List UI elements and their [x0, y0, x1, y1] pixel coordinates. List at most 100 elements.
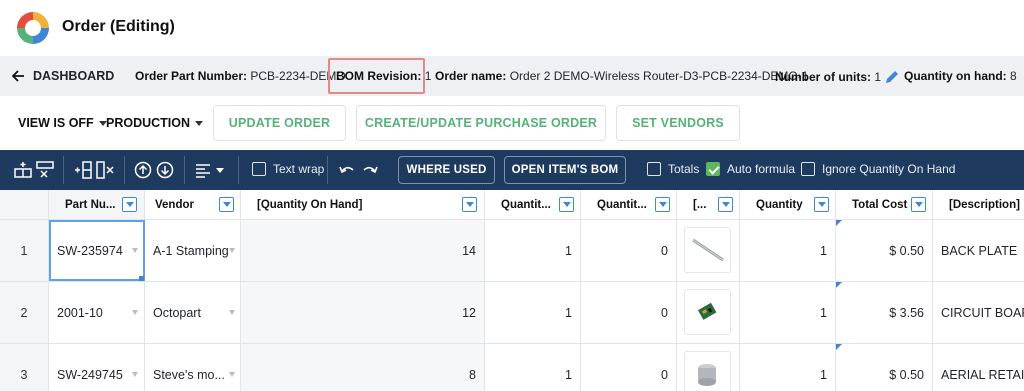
total-cost-cell[interactable]: $ 3.56: [836, 282, 933, 343]
image-cell[interactable]: [677, 282, 740, 343]
edit-pencil-icon[interactable]: [884, 69, 900, 85]
column-header-total-cost[interactable]: Total Cost: [836, 190, 933, 219]
toolbar-divider: [124, 156, 125, 184]
insert-row-icon[interactable]: [14, 161, 32, 179]
delete-column-icon[interactable]: [96, 161, 114, 179]
move-down-icon[interactable]: [156, 161, 174, 179]
row-number: 3: [0, 344, 49, 391]
cell-dropdown-icon[interactable]: [132, 310, 138, 315]
production-dropdown[interactable]: PRODUCTION: [106, 116, 204, 130]
totals-box[interactable]: [647, 162, 661, 176]
cell-dropdown-icon[interactable]: [229, 248, 235, 253]
cell-dropdown-icon[interactable]: [132, 372, 138, 377]
move-up-icon[interactable]: [134, 161, 152, 179]
quantity-b-cell[interactable]: 0: [581, 344, 677, 391]
insert-column-icon[interactable]: [74, 161, 92, 179]
quantity-a-cell[interactable]: 1: [485, 344, 581, 391]
auto-formula-label: Auto formula: [727, 162, 796, 176]
ignore-qoh-label: Ignore Quantity On Hand: [822, 162, 956, 176]
caret-down-icon: [195, 120, 204, 126]
part-thumbnail[interactable]: [684, 351, 731, 391]
where-used-button[interactable]: WHERE USED: [398, 156, 495, 184]
column-header-label: Quantit...: [597, 198, 647, 211]
ignore-qoh-box[interactable]: [801, 162, 815, 176]
text-wrap-box[interactable]: [252, 162, 266, 176]
column-header-vendor[interactable]: Vendor: [145, 190, 241, 219]
total-cost-cell[interactable]: $ 0.50: [836, 220, 933, 281]
column-header-part-number[interactable]: Part Nu...: [49, 190, 145, 219]
table-row[interactable]: 1 SW-235974 A-1 Stamping 14 1 0 1 $ 0.50…: [0, 220, 1024, 282]
set-vendors-button[interactable]: SET VENDORS: [616, 105, 740, 141]
quantity-on-hand-cell[interactable]: 12: [241, 282, 485, 343]
back-to-dashboard-link[interactable]: DASHBOARD: [12, 69, 114, 83]
order-name: Order name: Order 2 DEMO-Wireless Router…: [435, 69, 808, 83]
align-left-icon[interactable]: [194, 161, 212, 179]
part-thumbnail[interactable]: [684, 289, 731, 335]
column-header-quantity-b[interactable]: Quantit...: [581, 190, 677, 219]
filter-icon[interactable]: [219, 197, 234, 212]
vendor-cell[interactable]: Steve's mo...: [145, 344, 241, 391]
back-label: DASHBOARD: [33, 69, 115, 83]
quantity-on-hand-cell[interactable]: 8: [241, 344, 485, 391]
part-number-cell[interactable]: SW-235974: [49, 220, 145, 281]
text-wrap-checkbox[interactable]: Text wrap: [252, 162, 324, 176]
column-header-quantity[interactable]: Quantity: [740, 190, 836, 219]
description-cell[interactable]: AERIAL RETAINER: [933, 344, 1024, 391]
quantity-cell[interactable]: 1: [740, 344, 836, 391]
column-header-image[interactable]: [...: [677, 190, 740, 219]
toolbar-divider: [63, 156, 64, 184]
vendor-cell[interactable]: Octopart: [145, 282, 241, 343]
filter-icon[interactable]: [559, 197, 574, 212]
column-header-description[interactable]: [Description]: [933, 190, 1024, 219]
quantity-on-hand-cell[interactable]: 14: [241, 220, 485, 281]
open-items-bom-button[interactable]: OPEN ITEM'S BOM: [504, 156, 626, 184]
part-number-cell[interactable]: 2001-10: [49, 282, 145, 343]
cell-dropdown-icon[interactable]: [132, 248, 138, 253]
column-header-quantity-a[interactable]: Quantit...: [485, 190, 581, 219]
part-thumbnail[interactable]: [684, 227, 731, 273]
cell-dropdown-icon[interactable]: [229, 310, 235, 315]
description-cell[interactable]: CIRCUIT BOARD: [933, 282, 1024, 343]
table-row[interactable]: 2 2001-10 Octopart 12 1 0 1 $ 3.56 CIRCU…: [0, 282, 1024, 344]
column-header-quantity-on-hand[interactable]: [Quantity On Hand]: [241, 190, 485, 219]
update-order-button[interactable]: UPDATE ORDER: [213, 105, 346, 141]
delete-row-icon[interactable]: [36, 161, 54, 179]
order-name-value: Order 2 DEMO-Wireless Router-D3-PCB-2234…: [509, 69, 809, 83]
description-cell[interactable]: BACK PLATE: [933, 220, 1024, 281]
view-dropdown-label: VIEW IS OFF: [18, 116, 94, 130]
order-part-number-label: Order Part Number:: [135, 69, 248, 83]
filter-icon[interactable]: [655, 197, 670, 212]
undo-icon[interactable]: [338, 161, 356, 179]
create-purchase-order-button[interactable]: CREATE/UPDATE PURCHASE ORDER: [356, 105, 606, 141]
align-caret-down-icon[interactable]: [216, 168, 224, 173]
part-number-cell[interactable]: SW-249745: [49, 344, 145, 391]
filter-icon[interactable]: [122, 197, 137, 212]
quantity-a-cell[interactable]: 1: [485, 282, 581, 343]
ignore-qoh-checkbox[interactable]: Ignore Quantity On Hand: [801, 162, 955, 176]
production-dropdown-label: PRODUCTION: [106, 116, 191, 130]
filter-icon[interactable]: [911, 197, 926, 212]
auto-formula-checkbox[interactable]: Auto formula: [706, 162, 795, 176]
quantity-cell[interactable]: 1: [740, 282, 836, 343]
filter-icon[interactable]: [814, 197, 829, 212]
formula-marker: [836, 344, 842, 350]
quantity-b-cell[interactable]: 0: [581, 220, 677, 281]
vendor-cell[interactable]: A-1 Stamping: [145, 220, 241, 281]
auto-formula-box[interactable]: [706, 162, 720, 176]
page-title: Order (Editing): [62, 18, 175, 35]
quantity-cell[interactable]: 1: [740, 220, 836, 281]
quantity-a-cell[interactable]: 1: [485, 220, 581, 281]
filter-icon[interactable]: [718, 197, 733, 212]
image-cell[interactable]: [677, 344, 740, 391]
toolbar-divider: [238, 156, 239, 184]
filter-icon[interactable]: [462, 197, 477, 212]
quantity-b-cell[interactable]: 0: [581, 282, 677, 343]
redo-icon[interactable]: [361, 161, 379, 179]
table-row[interactable]: 3 SW-249745 Steve's mo... 8 1 0 1 $ 0.50…: [0, 344, 1024, 391]
row-number-header: [0, 190, 49, 219]
cell-dropdown-icon[interactable]: [229, 372, 235, 377]
image-cell[interactable]: [677, 220, 740, 281]
totals-checkbox[interactable]: Totals: [647, 162, 699, 176]
view-dropdown[interactable]: VIEW IS OFF: [18, 116, 107, 130]
total-cost-cell[interactable]: $ 0.50: [836, 344, 933, 391]
